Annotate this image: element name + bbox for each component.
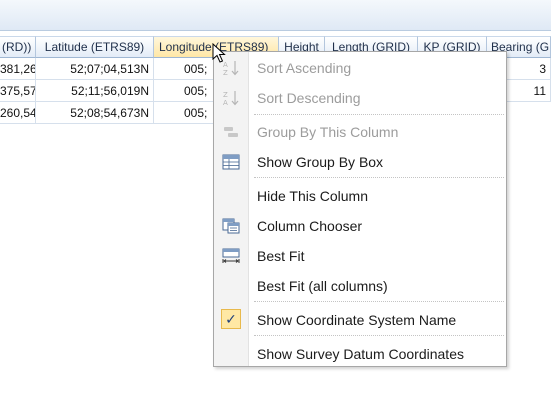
menu-item-sort-ascending[interactable]: A Z Sort Ascending <box>214 55 506 81</box>
svg-text:Z: Z <box>223 91 228 99</box>
table-cell[interactable]: 52;08;54,673N <box>36 102 154 124</box>
menu-item-show-survey-datum-coordinates[interactable]: Show Survey Datum Coordinates <box>214 341 506 367</box>
menu-item-best-fit[interactable]: Best Fit <box>214 243 506 269</box>
table-cell[interactable]: 260,54 <box>0 102 36 124</box>
group-by-box-icon <box>222 154 240 170</box>
menu-separator <box>254 335 504 336</box>
column-context-menu: A Z Sort Ascending Z A Sort Descending G… <box>213 51 507 367</box>
table-cell[interactable]: 52;11;56,019N <box>36 80 154 102</box>
menu-item-label: Best Fit (all columns) <box>257 278 388 294</box>
svg-text:A: A <box>223 99 228 106</box>
menu-separator <box>254 177 504 178</box>
column-header-latitude[interactable]: Latitude (ETRS89) <box>36 36 154 58</box>
table-cell[interactable]: 375,57 <box>0 80 36 102</box>
menu-item-show-coordinate-system-name[interactable]: ✓ Show Coordinate System Name <box>214 307 506 333</box>
menu-separator <box>254 114 504 115</box>
menu-separator <box>254 301 504 302</box>
group-by-icon <box>224 127 238 137</box>
best-fit-icon <box>222 248 240 263</box>
menu-item-label: Column Chooser <box>257 218 363 234</box>
table-cell[interactable]: 381,26 <box>0 58 36 80</box>
window-title-bar <box>0 0 551 31</box>
column-chooser-icon <box>222 218 240 234</box>
menu-item-label: Group By This Column <box>257 124 399 140</box>
table-cell[interactable]: 52;07;04,513N <box>36 58 154 80</box>
menu-item-label: Best Fit <box>257 248 305 264</box>
menu-item-column-chooser[interactable]: Column Chooser <box>214 213 506 239</box>
menu-item-hide-column[interactable]: Hide This Column <box>214 183 506 209</box>
menu-item-label: Sort Descending <box>257 90 361 106</box>
menu-item-label: Show Survey Datum Coordinates <box>257 346 464 362</box>
menu-item-group-by-column[interactable]: Group By This Column <box>214 119 506 145</box>
menu-item-best-fit-all[interactable]: Best Fit (all columns) <box>214 273 506 299</box>
column-header-rd[interactable]: (RD)) <box>0 36 36 58</box>
menu-item-show-group-by-box[interactable]: Show Group By Box <box>214 149 506 175</box>
sort-descending-icon: Z A <box>223 91 239 106</box>
menu-item-label: Hide This Column <box>257 188 369 204</box>
menu-item-label: Show Coordinate System Name <box>257 312 457 328</box>
svg-text:Z: Z <box>223 69 228 76</box>
menu-item-label: Sort Ascending <box>257 60 352 76</box>
menu-item-label: Show Group By Box <box>257 154 384 170</box>
checkmark-icon: ✓ <box>221 309 241 329</box>
menu-item-sort-descending[interactable]: Z A Sort Descending <box>214 85 506 111</box>
mouse-pointer-icon <box>212 43 226 63</box>
